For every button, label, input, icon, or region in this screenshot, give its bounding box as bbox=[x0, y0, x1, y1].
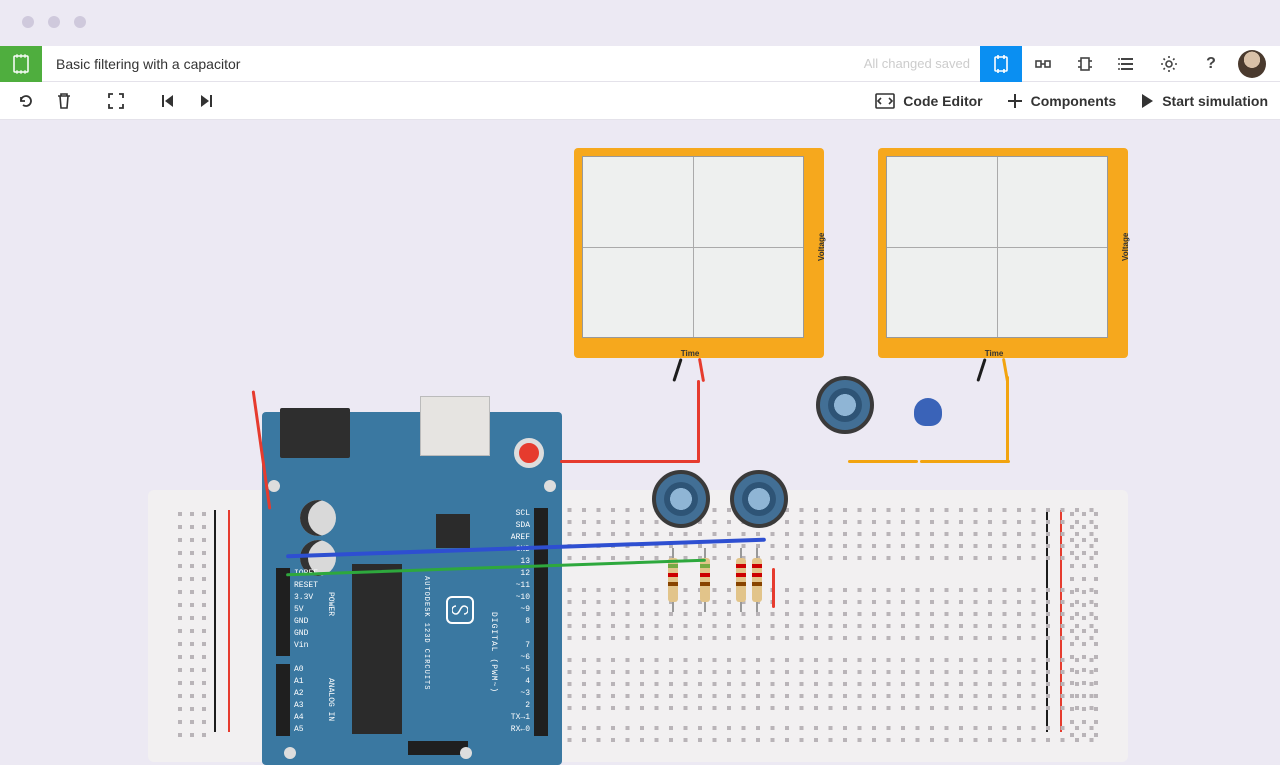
arduino-uno[interactable]: IOREFRESET3.3V5VGNDGNDVinA0A1A2A3A4A5 SC… bbox=[262, 412, 562, 765]
wire-orange-1[interactable] bbox=[848, 460, 918, 463]
arduino-cap-1 bbox=[300, 500, 336, 536]
arduino-power-label: POWER bbox=[326, 592, 335, 616]
scope-2-xlabel: Time bbox=[878, 349, 1110, 358]
arduino-usb-port bbox=[420, 396, 490, 456]
app-header: Basic filtering with a capacitor All cha… bbox=[0, 46, 1280, 82]
undo-button[interactable] bbox=[12, 87, 40, 115]
resistor-2[interactable] bbox=[700, 558, 710, 602]
mac-window-controls bbox=[0, 0, 1280, 46]
wire-red-rail[interactable] bbox=[772, 568, 775, 608]
components-label: Components bbox=[1031, 93, 1117, 109]
start-simulation-button[interactable]: Start simulation bbox=[1140, 93, 1268, 109]
scope1-probe-wire-neg[interactable] bbox=[672, 358, 682, 382]
scope-2-ylabel: Voltage bbox=[1121, 148, 1130, 346]
wire-red-bb[interactable] bbox=[560, 460, 700, 463]
potentiometer-3[interactable] bbox=[730, 470, 788, 528]
arduino-power-header[interactable] bbox=[276, 568, 290, 656]
mac-close-dot[interactable] bbox=[22, 16, 34, 28]
resistor-1[interactable] bbox=[668, 558, 678, 602]
potentiometer-2[interactable] bbox=[652, 470, 710, 528]
wire-red-up[interactable] bbox=[697, 380, 700, 462]
toolbar: Code Editor Components Start simulation bbox=[0, 82, 1280, 120]
view-schematic-button[interactable] bbox=[1022, 46, 1064, 82]
arduino-small-chip bbox=[436, 514, 470, 548]
delete-button[interactable] bbox=[50, 87, 78, 115]
design-canvas[interactable]: Time Voltage Time Voltage (()=>{const sv… bbox=[0, 120, 1280, 720]
arduino-icsp-header[interactable] bbox=[408, 741, 468, 755]
arduino-mcu-chip bbox=[352, 564, 402, 734]
potentiometer-1[interactable] bbox=[816, 376, 874, 434]
arduino-logo-icon bbox=[446, 596, 474, 624]
wire-orange-2[interactable] bbox=[920, 460, 1010, 463]
arduino-reset-button[interactable] bbox=[514, 438, 544, 468]
scope1-probe-wire-pos[interactable] bbox=[698, 358, 705, 382]
scope2-probe-wire-neg[interactable] bbox=[976, 358, 986, 382]
scope-1-ylabel: Voltage bbox=[817, 148, 826, 346]
capacitor-1[interactable] bbox=[914, 398, 942, 426]
start-simulation-label: Start simulation bbox=[1162, 93, 1268, 109]
settings-button[interactable] bbox=[1148, 46, 1190, 82]
scope-1-screen bbox=[582, 156, 804, 338]
app-logo[interactable] bbox=[0, 46, 42, 82]
mac-max-dot[interactable] bbox=[74, 16, 86, 28]
save-status: All changed saved bbox=[864, 56, 970, 71]
fit-view-button[interactable] bbox=[102, 87, 130, 115]
oscilloscope-2[interactable]: Time Voltage bbox=[878, 148, 1128, 358]
help-button[interactable]: ? bbox=[1190, 46, 1232, 82]
resistor-4[interactable] bbox=[752, 558, 762, 602]
scope-1-xlabel: Time bbox=[574, 349, 806, 358]
project-title[interactable]: Basic filtering with a capacitor bbox=[56, 56, 240, 72]
components-button[interactable]: Components bbox=[1007, 93, 1117, 109]
user-avatar[interactable] bbox=[1238, 50, 1266, 78]
wire-orange-up[interactable] bbox=[1006, 376, 1009, 462]
resistor-3[interactable] bbox=[736, 558, 746, 602]
view-circuit-button[interactable] bbox=[980, 46, 1022, 82]
mac-min-dot[interactable] bbox=[48, 16, 60, 28]
view-component-button[interactable] bbox=[1064, 46, 1106, 82]
arduino-analog-header[interactable] bbox=[276, 664, 290, 736]
view-list-button[interactable] bbox=[1106, 46, 1148, 82]
arduino-brand-label: AUTODESK 123D CIRCUITS bbox=[422, 576, 430, 690]
step-forward-button[interactable] bbox=[192, 87, 220, 115]
step-back-button[interactable] bbox=[154, 87, 182, 115]
oscilloscope-1[interactable]: Time Voltage bbox=[574, 148, 824, 358]
scope-2-screen bbox=[886, 156, 1108, 338]
arduino-analog-label: ANALOG IN bbox=[326, 678, 335, 721]
code-editor-label: Code Editor bbox=[903, 93, 982, 109]
arduino-digital-label: DIGITAL (PWM~) bbox=[489, 612, 498, 693]
arduino-digital-header[interactable] bbox=[534, 508, 548, 736]
code-editor-button[interactable]: Code Editor bbox=[875, 93, 982, 109]
